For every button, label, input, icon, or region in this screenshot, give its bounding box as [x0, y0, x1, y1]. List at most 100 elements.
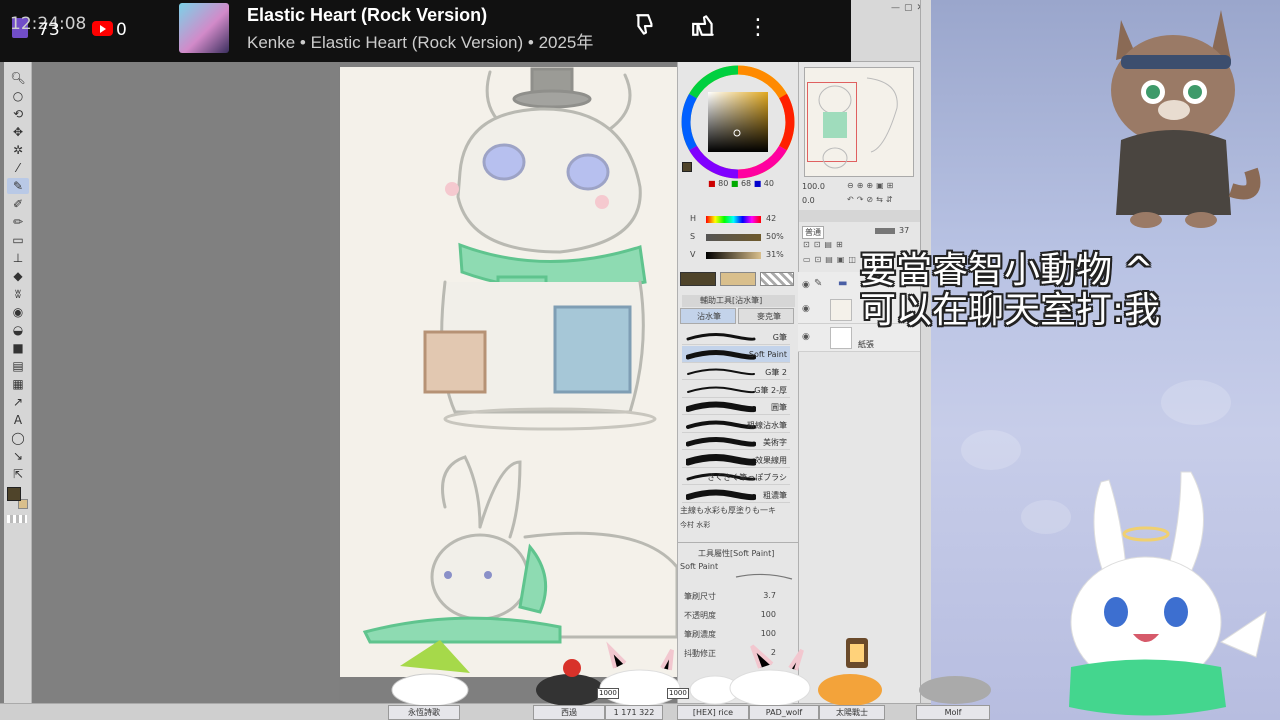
move-tool-icon[interactable]: ✥ [7, 124, 29, 140]
opacity-value[interactable]: 100 [761, 610, 776, 619]
brush-item[interactable]: G筆 2-厚 [682, 381, 790, 398]
pen-icon: ✎ [814, 278, 823, 289]
gradient-tool-icon[interactable]: ■ [7, 340, 29, 356]
brush-stroke-icon [687, 368, 755, 376]
pencil-tool-icon[interactable]: ✐ [7, 196, 29, 212]
rotate-tool-icon[interactable]: ⟲ [7, 106, 29, 122]
layer-opacity-slider[interactable] [875, 228, 895, 234]
value-label: V [690, 250, 696, 259]
brush-label: Soft Paint [748, 349, 787, 359]
thumbs-down-icon[interactable] [630, 12, 662, 44]
tab-marker[interactable]: 麥克筆 [738, 308, 794, 324]
brush-item[interactable]: Soft Paint [682, 345, 790, 363]
ruler-tool-icon[interactable]: ↗ [7, 394, 29, 410]
value-slider[interactable] [706, 252, 761, 259]
hand-tool-icon[interactable]: ○ [7, 88, 29, 104]
brush-stroke-icon [687, 386, 755, 393]
bunny-avatar [1069, 471, 1267, 716]
brush-stroke-icon [686, 420, 756, 429]
now-playing-bar: 12:24:08 73 0 Elastic Heart (Rock Versio… [0, 0, 851, 62]
navigator-zoom-buttons[interactable]: ⊖⊕⊕▣⊞ [847, 181, 896, 190]
wand-tool-icon[interactable]: ✲ [7, 142, 29, 158]
brush-item[interactable]: G筆 2 [682, 363, 790, 380]
brush-size-value[interactable]: 3.7 [763, 591, 776, 600]
brush-label: 效果線用 [755, 455, 787, 465]
airbrush-tool-icon[interactable]: ▭ [7, 232, 29, 248]
eyedropper-tool-icon[interactable]: ⁄ [7, 160, 29, 176]
viewer-name-tag: 永恆詩歌 [388, 705, 460, 720]
eye-icon[interactable]: ◉ [802, 280, 810, 290]
brush-item[interactable]: 圓筆 [682, 398, 790, 415]
brush-stroke-icon [686, 437, 756, 447]
balloon-tool-icon[interactable]: ◯ [7, 430, 29, 446]
transparent-color-swatch[interactable] [7, 515, 27, 523]
bucket-tool-icon[interactable]: ◒ [7, 322, 29, 338]
brush-item[interactable]: G筆 [682, 328, 790, 345]
zoom-tool-icon[interactable]: 🔍︎ [7, 70, 29, 86]
saturation-label: S [690, 232, 696, 241]
footer-more-label[interactable]: 今村 水彩 [680, 520, 792, 530]
layer-tool-icons[interactable]: ▭⊡▤▣◫ [803, 255, 860, 264]
brush-stroke-icon [686, 453, 756, 466]
album-art [179, 3, 229, 53]
chat-line-1: 要當睿智小動物 ^ [860, 250, 1154, 291]
object-tool-icon[interactable]: ⇱ [7, 466, 29, 482]
song-subtitle: Kenke • Elastic Heart (Rock Version) • 2… [247, 33, 594, 52]
brush-item[interactable]: 粗線沾水筆 [682, 416, 790, 433]
chat-line-2: 可以在聊天室打:我 [860, 290, 1161, 331]
pen-tool-icon[interactable]: ✎ [7, 178, 29, 194]
folder-icon: ▬ [838, 278, 848, 289]
decoration-tool-icon[interactable]: ⊥ [7, 250, 29, 266]
main-color-swatch[interactable] [7, 487, 21, 501]
fill-tool-icon[interactable]: ◉ [7, 304, 29, 320]
figure-tool-icon[interactable]: ▤ [7, 358, 29, 374]
color-panel: ■ 80 ■ 68 ■ 40 H 42 S 50% V 31% 輔助工具[沾水筆… [677, 62, 798, 542]
color-wheel[interactable] [678, 62, 799, 192]
rgb-r: 80 [718, 179, 729, 188]
brush-tool-icon[interactable]: ✏ [7, 214, 29, 230]
brush-label: さくさく筆っぽブラシ [707, 473, 787, 482]
viewer-name-tag: PAD_wolf [749, 705, 819, 720]
angle-value[interactable]: 0.0 [802, 196, 815, 205]
navigator-rotate-buttons[interactable]: ↶↷⊘⇆⇵ [847, 195, 896, 204]
zoom-value[interactable]: 100.0 [802, 182, 825, 191]
correct-line-tool-icon[interactable]: ↘ [7, 448, 29, 464]
eye-icon[interactable]: ◉ [802, 304, 810, 314]
transparent-color-box[interactable] [760, 272, 794, 286]
subtool-header: 輔助工具[沾水筆] [682, 295, 795, 307]
layer-opacity-value[interactable]: 37 [899, 226, 909, 235]
saturation-slider[interactable] [706, 234, 761, 241]
footer-brush-label[interactable]: 主線も水彩も厚塗りも一キ [680, 505, 792, 516]
brush-label: 粗濃筆 [763, 490, 787, 500]
brush-item[interactable]: 效果線用 [682, 451, 790, 468]
main-color-box[interactable] [680, 272, 716, 286]
hue-slider[interactable] [706, 216, 761, 223]
tab-ink-pen[interactable]: 沾水筆 [680, 308, 736, 324]
song-title: Elastic Heart (Rock Version) [247, 5, 488, 25]
frame-tool-icon[interactable]: ▦ [7, 376, 29, 392]
rgb-g: 68 [740, 179, 752, 188]
sub-color-box[interactable] [720, 272, 756, 286]
brush-stroke-preview [735, 573, 793, 580]
brush-item[interactable]: 美術字 [682, 433, 790, 450]
layer-thumbnail [830, 327, 852, 349]
text-tool-icon[interactable]: A [7, 412, 29, 428]
blend-tool-icon[interactable]: ʬ [7, 286, 29, 302]
counter-2: 1000 [667, 688, 689, 699]
layer-action-icons[interactable]: ⊡⊡▤⊞ [803, 240, 847, 249]
thumbs-up-icon[interactable] [688, 12, 720, 44]
blend-mode-select[interactable]: 普通 [802, 226, 824, 239]
saturation-value: 50% [766, 232, 784, 241]
brush-item[interactable]: さくさく筆っぽブラシ [682, 468, 790, 485]
viewer-name-tag: Molf [916, 705, 990, 720]
eraser-tool-icon[interactable]: ◆ [7, 268, 29, 284]
opacity-label: 不透明度 [684, 611, 716, 620]
main-color-chip[interactable] [682, 162, 692, 172]
eye-icon[interactable]: ◉ [802, 332, 810, 342]
navigator-preview[interactable] [804, 67, 914, 177]
brush-item[interactable]: 粗濃筆 [682, 486, 790, 503]
rgb-b: 40 [763, 179, 774, 188]
more-options-icon[interactable]: ⋮ [742, 12, 774, 44]
drawing-canvas[interactable] [340, 67, 677, 677]
layer-name: 紙張 [858, 340, 874, 349]
